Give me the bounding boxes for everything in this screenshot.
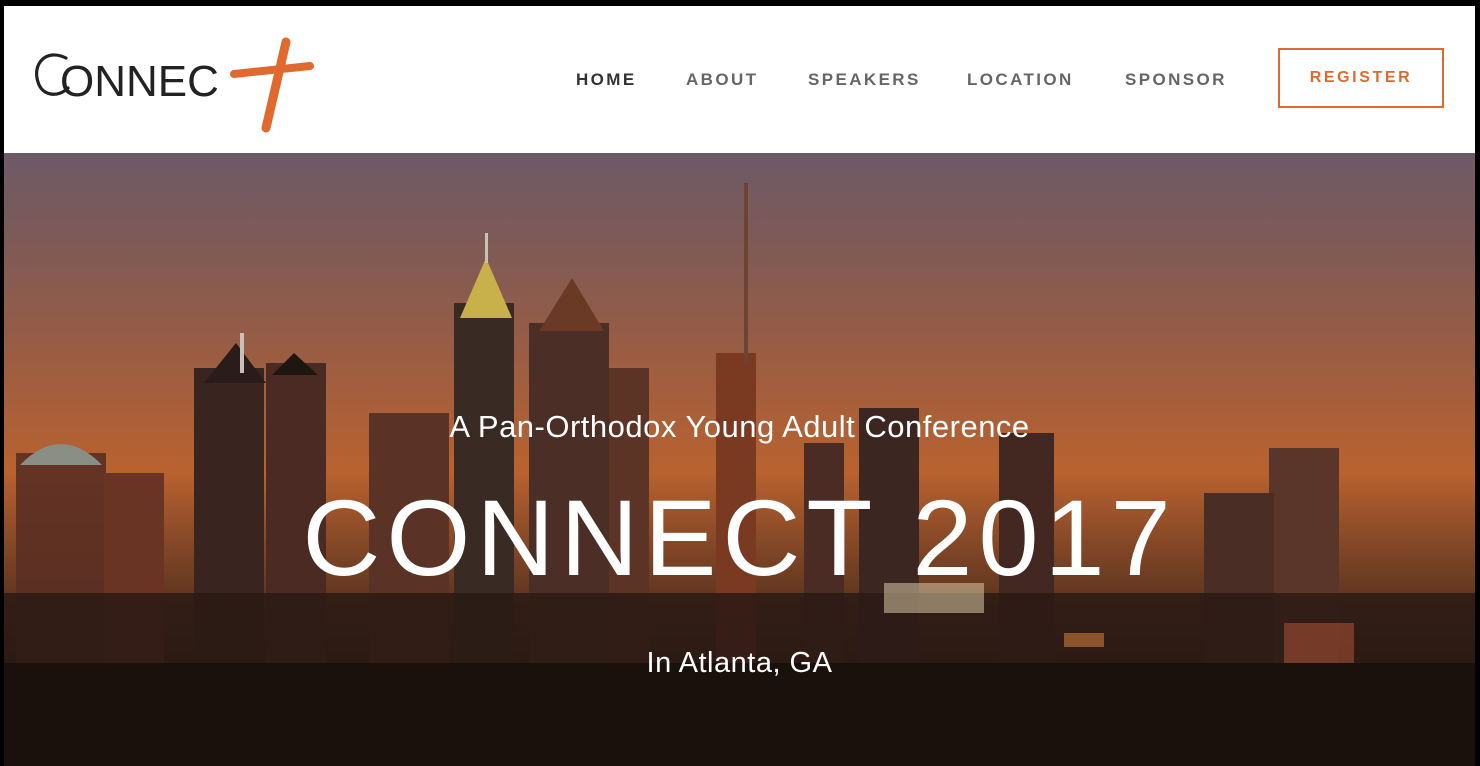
logo-text: ONNEC — [60, 57, 219, 106]
connect-logo-icon: ONNEC — [35, 37, 314, 133]
register-button[interactable]: REGISTER — [1278, 48, 1444, 108]
nav-home[interactable]: HOME — [576, 70, 637, 90]
browser-page: ONNEC HOME ABOUT SPEAKERS LOCATION SPONS… — [4, 6, 1475, 766]
hero-title: CONNECT 2017 — [302, 477, 1177, 598]
hero-subtitle: A Pan-Orthodox Young Adult Conference — [449, 409, 1030, 444]
nav-about[interactable]: ABOUT — [686, 70, 758, 90]
hero-banner: A Pan-Orthodox Young Adult Conference CO… — [4, 153, 1475, 766]
nav-speakers[interactable]: SPEAKERS — [808, 70, 921, 90]
hero-location: In Atlanta, GA — [646, 647, 833, 679]
site-header: ONNEC HOME ABOUT SPEAKERS LOCATION SPONS… — [4, 6, 1475, 153]
site-logo[interactable]: ONNEC — [28, 34, 318, 134]
nav-location[interactable]: LOCATION — [967, 70, 1074, 90]
nav-sponsor[interactable]: SPONSOR — [1125, 70, 1227, 90]
